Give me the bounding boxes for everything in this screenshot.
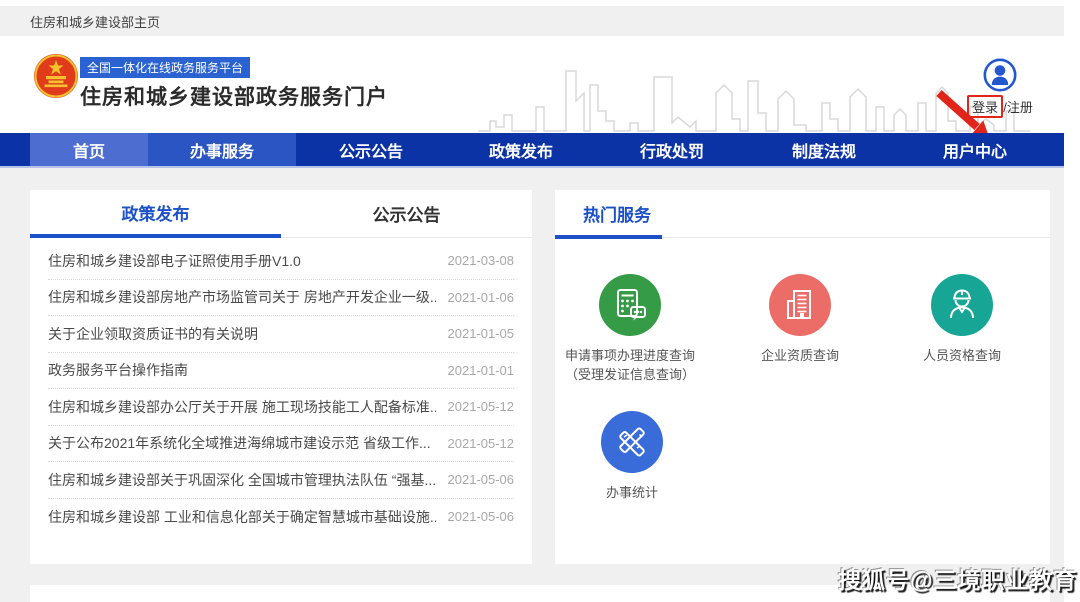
service-label: 办事统计 bbox=[542, 483, 722, 502]
service-progress-query[interactable]: 申请事项办理进度查询（受理发证信息查询） bbox=[540, 274, 720, 384]
login-button[interactable]: 登录 bbox=[967, 95, 1003, 118]
article-row[interactable]: 政务服务平台操作指南 2021-01-01 bbox=[48, 353, 514, 390]
article-row[interactable]: 住房和城乡建设部电子证照使用手册V1.0 2021-03-08 bbox=[48, 243, 514, 280]
hot-services-title: 热门服务 bbox=[583, 201, 651, 226]
nav-item-2[interactable]: 办事服务 bbox=[148, 133, 296, 166]
service-label: 企业资质查询 bbox=[710, 346, 890, 365]
nav-item-1[interactable]: 首页 bbox=[30, 133, 148, 166]
top-link-bar: 住房和城乡建设部主页 bbox=[0, 6, 1064, 36]
register-button[interactable]: 注册 bbox=[1007, 100, 1033, 115]
article-title: 政务服务平台操作指南 bbox=[48, 360, 188, 380]
article-list: 住房和城乡建设部电子证照使用手册V1.0 2021-03-08 住房和城乡建设部房地… bbox=[30, 238, 532, 535]
article-row[interactable]: 住房和城乡建设部 工业和信息化部关于确定智慧城市基础设施... 2021-05-0… bbox=[48, 499, 514, 536]
user-account-icon[interactable] bbox=[983, 58, 1017, 92]
service-personnel-qualification[interactable]: 人员资格查询 bbox=[872, 274, 1052, 365]
article-date: 2021-03-08 bbox=[448, 253, 515, 268]
enterprise-qualification-icon bbox=[769, 274, 831, 336]
article-date: 2021-01-05 bbox=[448, 326, 515, 341]
nav-item-4[interactable]: 政策发布 bbox=[446, 133, 596, 166]
content-area: 政策发布公示公告 住房和城乡建设部电子证照使用手册V1.02021-03-08住… bbox=[0, 168, 1064, 602]
main-navigation: 首页办事服务公示公告政策发布行政处罚制度法规用户中心 bbox=[0, 133, 1064, 168]
article-row[interactable]: 住房和城乡建设部办公厅关于开展 施工现场技能工人配备标准... 2021-05-1… bbox=[48, 389, 514, 426]
hot-services-panel: 热门服务 申请事项办理进度查询（受理发证信息查询）企业资质查询人员资格查询办事统… bbox=[555, 190, 1050, 564]
article-row[interactable]: 住房和城乡建设部房地产市场监管司关于 房地产开发企业一级... 2021-01-0… bbox=[48, 280, 514, 317]
article-row[interactable]: 关于公布2021年系统化全域推进海绵城市建设示范 省级工作... 2021-05-… bbox=[48, 426, 514, 463]
nav-item-5[interactable]: 行政处罚 bbox=[596, 133, 748, 166]
article-date: 2021-05-12 bbox=[448, 399, 515, 414]
ministry-home-link[interactable]: 住房和城乡建设部主页 bbox=[30, 12, 160, 31]
article-row[interactable]: 住房和城乡建设部关于巩固深化 全国城市管理执法队伍 “强基... 2021-05-… bbox=[48, 462, 514, 499]
nav-item-6[interactable]: 制度法规 bbox=[748, 133, 900, 166]
article-title: 住房和城乡建设部房地产市场监管司关于 房地产开发企业一级... bbox=[48, 287, 436, 307]
tab-notice[interactable]: 公示公告 bbox=[281, 190, 532, 238]
platform-badge: 全国一体化在线政务服务平台 bbox=[80, 57, 250, 78]
brand-block: 全国一体化在线政务服务平台 住房和城乡建设部政务服务门户 bbox=[80, 57, 388, 111]
personnel-qualification-icon bbox=[931, 274, 993, 336]
article-title: 住房和城乡建设部关于巩固深化 全国城市管理执法队伍 “强基... bbox=[48, 470, 436, 490]
news-panel: 政策发布公示公告 住房和城乡建设部电子证照使用手册V1.02021-03-08住… bbox=[30, 190, 532, 564]
article-title: 关于公布2021年系统化全域推进海绵城市建设示范 省级工作... bbox=[48, 433, 431, 453]
article-date: 2021-05-12 bbox=[448, 436, 515, 451]
article-title: 住房和城乡建设部电子证照使用手册V1.0 bbox=[48, 251, 301, 271]
statistics-icon bbox=[601, 411, 663, 473]
national-emblem-logo bbox=[33, 53, 79, 99]
article-title: 住房和城乡建设部 工业和信息化部关于确定智慧城市基础设施... bbox=[48, 507, 436, 527]
hot-services-header: 热门服务 bbox=[555, 190, 1050, 238]
site-header: 全国一体化在线政务服务平台 住房和城乡建设部政务服务门户 登录/注册 bbox=[0, 36, 1064, 133]
page: 住房和城乡建设部主页 全国一体化在线政务服务平台 住房和城乡建设部政务服务门户 bbox=[0, 0, 1064, 602]
article-row[interactable]: 关于企业领取资质证书的有关说明 2021-01-05 bbox=[48, 316, 514, 353]
news-tabs: 政策发布公示公告 bbox=[30, 190, 532, 238]
watermark-text: 搜狐号@三境职业教育 bbox=[838, 561, 1077, 595]
service-statistics[interactable]: 办事统计 bbox=[542, 411, 722, 502]
user-auth-block: 登录/注册 bbox=[960, 58, 1040, 118]
nav-item-7[interactable]: 用户中心 bbox=[900, 133, 1050, 166]
hot-services-underline bbox=[555, 235, 662, 239]
tab-policy[interactable]: 政策发布 bbox=[30, 190, 281, 238]
article-date: 2021-01-01 bbox=[448, 363, 515, 378]
article-title: 住房和城乡建设部办公厅关于开展 施工现场技能工人配备标准... bbox=[48, 397, 436, 417]
city-skyline-decoration bbox=[478, 62, 1030, 133]
service-label: 人员资格查询 bbox=[872, 346, 1052, 365]
article-date: 2021-05-06 bbox=[448, 472, 515, 487]
article-date: 2021-05-06 bbox=[448, 509, 515, 524]
article-title: 关于企业领取资质证书的有关说明 bbox=[48, 324, 258, 344]
service-enterprise-qualification[interactable]: 企业资质查询 bbox=[710, 274, 890, 365]
article-date: 2021-01-06 bbox=[448, 290, 515, 305]
nav-item-3[interactable]: 公示公告 bbox=[296, 133, 446, 166]
progress-query-icon bbox=[599, 274, 661, 336]
service-label: 申请事项办理进度查询（受理发证信息查询） bbox=[540, 346, 720, 384]
auth-links: 登录/注册 bbox=[960, 95, 1040, 118]
page-title: 住房和城乡建设部政务服务门户 bbox=[80, 81, 388, 111]
